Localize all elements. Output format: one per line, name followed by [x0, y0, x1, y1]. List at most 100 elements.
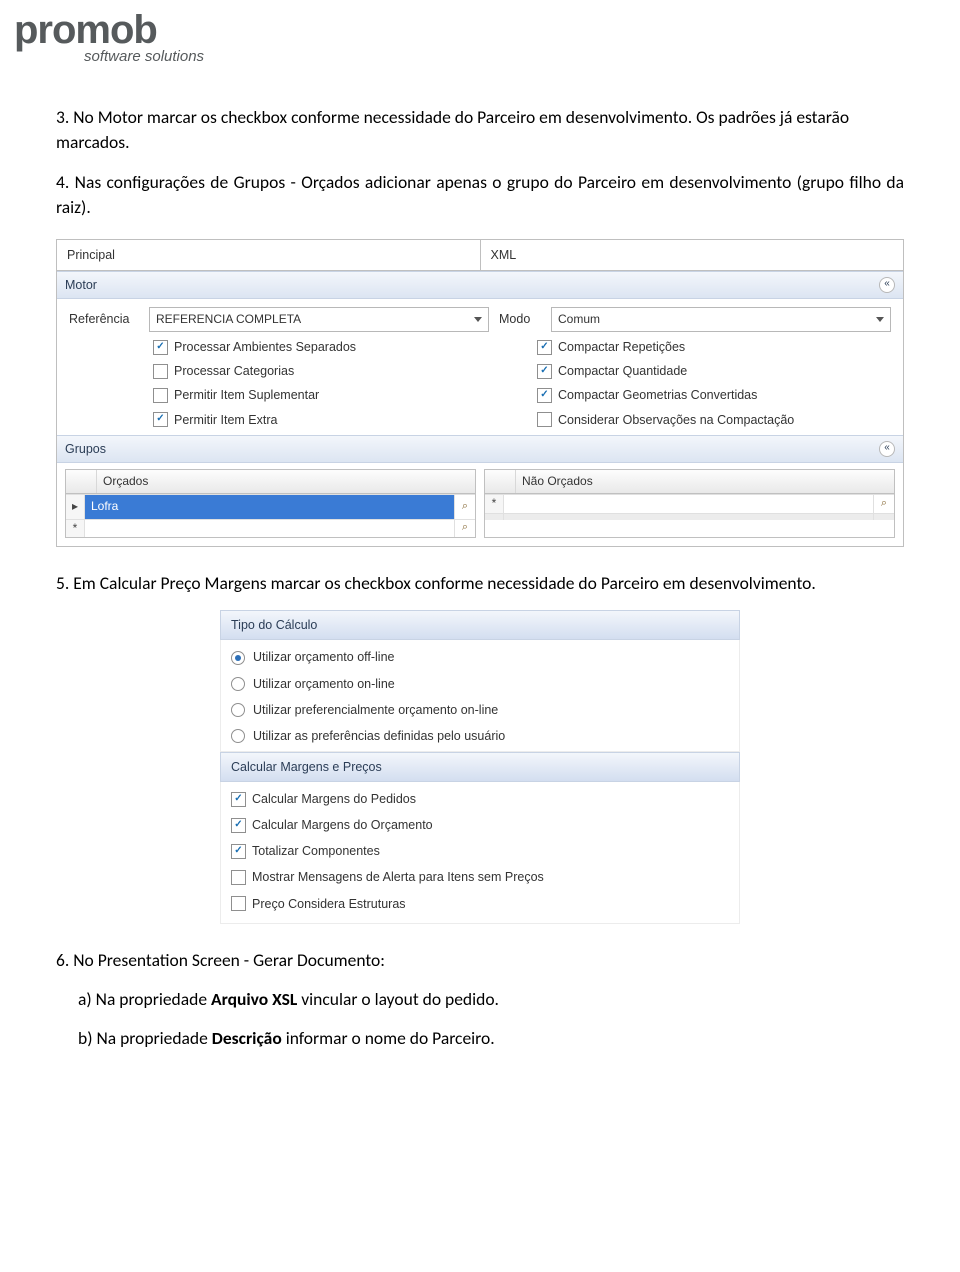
checkbox-item[interactable]: Considerar Observações na Compactação	[537, 411, 891, 429]
checkbox-icon	[537, 388, 552, 403]
checkbox-item[interactable]: Totalizar Componentes	[231, 842, 729, 860]
radio-item[interactable]: Utilizar orçamento on-line	[231, 675, 729, 693]
grid-cell-disabled	[504, 514, 873, 520]
combo-modo-value: Comum	[558, 311, 600, 328]
checkbox-icon	[153, 364, 168, 379]
radio-icon	[231, 729, 245, 743]
grid-orcados[interactable]: Orçados ▸ Lofra ⌕ * ⌕	[65, 469, 476, 538]
combo-referencia-value: REFERENCIA COMPLETA	[156, 311, 301, 328]
radio-label: Utilizar orçamento off-line	[253, 648, 395, 666]
chevron-down-icon	[876, 317, 884, 322]
section-tipo-calculo: Tipo do Cálculo	[220, 610, 740, 640]
radio-label: Utilizar orçamento on-line	[253, 675, 395, 693]
checkbox-item[interactable]: Calcular Margens do Orçamento	[231, 816, 729, 834]
checkbox-icon	[537, 412, 552, 427]
combo-modo[interactable]: Comum	[551, 307, 891, 332]
combo-referencia[interactable]: REFERENCIA COMPLETA	[149, 307, 489, 332]
grid-cell-empty[interactable]	[85, 520, 454, 537]
section-calcular-margens: Calcular Margens e Preços	[220, 752, 740, 782]
checkbox-item[interactable]: Preço Considera Estruturas	[231, 895, 729, 913]
row-spacer	[485, 514, 504, 520]
chevron-down-icon	[474, 317, 482, 322]
tab-xml[interactable]: XML	[480, 240, 904, 270]
text: b) Na propriedade	[78, 1027, 212, 1049]
section-grupos-title: Grupos	[65, 440, 106, 458]
search-icon[interactable]: ⌕	[454, 495, 475, 518]
checkbox-icon	[231, 792, 246, 807]
search-icon[interactable]: ⌕	[454, 520, 475, 537]
checkbox-item[interactable]: Compactar Repetições	[537, 338, 891, 356]
checkbox-icon	[231, 818, 246, 833]
logo-sub-text: software solutions	[84, 48, 946, 65]
label-referencia: Referência	[69, 310, 139, 328]
checkbox-icon	[153, 388, 168, 403]
text-bold: Arquivo XSL	[211, 988, 297, 1010]
checkbox-label: Compactar Geometrias Convertidas	[558, 386, 757, 404]
checkbox-item[interactable]: Mostrar Mensagens de Alerta para Itens s…	[231, 868, 729, 886]
chevron-up-icon: «	[879, 441, 895, 457]
radio-icon	[231, 677, 245, 691]
checkbox-item[interactable]: Calcular Margens do Pedidos	[231, 790, 729, 808]
checkbox-item[interactable]: Permitir Item Suplementar	[153, 386, 507, 404]
checkbox-icon	[537, 364, 552, 379]
paragraph-6: 6. No Presentation Screen - Gerar Docume…	[56, 948, 904, 973]
row-new-icon: *	[485, 495, 504, 512]
checkbox-label: Preço Considera Estruturas	[252, 895, 406, 913]
checkbox-label: Calcular Margens do Pedidos	[252, 790, 416, 808]
checkbox-item[interactable]: Processar Categorias	[153, 362, 507, 380]
radio-icon	[231, 651, 245, 665]
paragraph-6b: b) Na propriedade Descrição informar o n…	[56, 1026, 904, 1051]
row-indicator-icon: ▸	[66, 495, 85, 518]
checkbox-item[interactable]: Permitir Item Extra	[153, 411, 507, 429]
search-icon[interactable]: ⌕	[873, 495, 894, 512]
checkbox-label: Mostrar Mensagens de Alerta para Itens s…	[252, 868, 544, 886]
checkbox-icon	[537, 340, 552, 355]
checkbox-item[interactable]: Compactar Geometrias Convertidas	[537, 386, 891, 404]
radio-label: Utilizar preferencialmente orçamento on-…	[253, 701, 498, 719]
text: informar o nome do Parceiro.	[282, 1027, 495, 1049]
checkbox-icon	[231, 896, 246, 911]
paragraph-4: 4. Nas configurações de Grupos - Orçados…	[56, 170, 904, 221]
checkbox-label: Compactar Repetições	[558, 338, 685, 356]
checkbox-item[interactable]: Compactar Quantidade	[537, 362, 891, 380]
checkbox-item[interactable]: Processar Ambientes Separados	[153, 338, 507, 356]
checkbox-label: Compactar Quantidade	[558, 362, 687, 380]
figure-motor-grupos: Principal XML Motor « Referência REFEREN…	[56, 239, 904, 547]
figure-calculo: Tipo do Cálculo Utilizar orçamento off-l…	[220, 610, 740, 923]
checkbox-label: Considerar Observações na Compactação	[558, 411, 794, 429]
checkbox-icon	[231, 870, 246, 885]
checkbox-label: Permitir Item Extra	[174, 411, 278, 429]
checkbox-label: Processar Ambientes Separados	[174, 338, 356, 356]
chevron-up-icon: «	[879, 277, 895, 293]
checkbox-label: Totalizar Componentes	[252, 842, 380, 860]
grid-cell-disabled	[873, 514, 894, 520]
checkbox-label: Calcular Margens do Orçamento	[252, 816, 433, 834]
paragraph-3: 3. No Motor marcar os checkbox conforme …	[56, 105, 904, 156]
section-motor-header[interactable]: Motor «	[57, 271, 903, 299]
section-motor-title: Motor	[65, 276, 97, 294]
radio-label: Utilizar as preferências definidas pelo …	[253, 727, 505, 745]
text-bold: Descrição	[212, 1027, 282, 1049]
label-modo: Modo	[499, 310, 541, 328]
radio-item[interactable]: Utilizar orçamento off-line	[231, 648, 729, 666]
text: vincular o layout do pedido.	[297, 988, 499, 1010]
paragraph-5: 5. Em Calcular Preço Margens marcar os c…	[56, 571, 904, 596]
column-nao-orcados: Não Orçados	[516, 470, 599, 493]
checkbox-label: Permitir Item Suplementar	[174, 386, 319, 404]
checkbox-icon	[153, 340, 168, 355]
text: a) Na propriedade	[78, 988, 211, 1010]
grid-nao-orcados[interactable]: Não Orçados * ⌕	[484, 469, 895, 538]
section-grupos-header[interactable]: Grupos «	[57, 435, 903, 463]
grid-cell-empty[interactable]	[504, 495, 873, 512]
radio-item[interactable]: Utilizar preferencialmente orçamento on-…	[231, 701, 729, 719]
checkbox-icon	[231, 844, 246, 859]
logo-main-text: promob	[14, 10, 946, 50]
radio-item[interactable]: Utilizar as preferências definidas pelo …	[231, 727, 729, 745]
row-new-icon: *	[66, 520, 85, 537]
checkbox-label: Processar Categorias	[174, 362, 294, 380]
radio-icon	[231, 703, 245, 717]
grid-cell-selected[interactable]: Lofra	[85, 495, 454, 518]
tab-principal[interactable]: Principal	[57, 240, 480, 270]
checkbox-icon	[153, 412, 168, 427]
brand-logo: promob software solutions	[0, 0, 960, 65]
